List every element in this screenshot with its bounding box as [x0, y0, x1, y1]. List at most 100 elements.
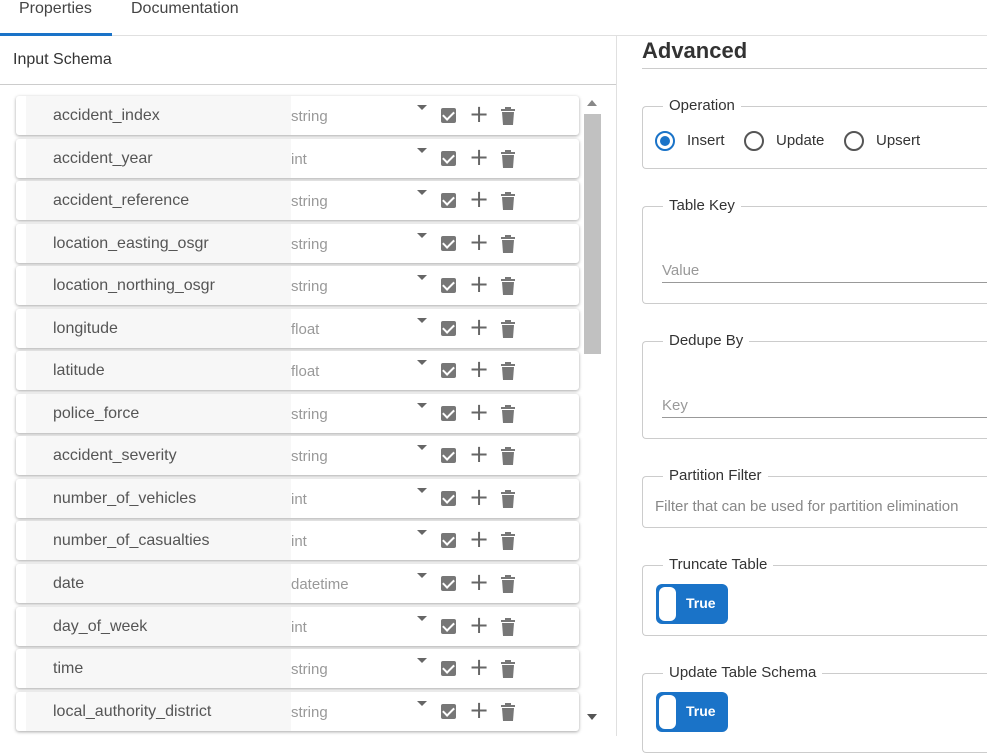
add-icon[interactable]: + — [469, 696, 489, 724]
table-key-input[interactable] — [662, 259, 987, 283]
column-type-select[interactable]: string — [291, 661, 328, 678]
radio-update-circle-icon[interactable] — [744, 131, 764, 151]
delete-icon[interactable] — [501, 234, 515, 253]
dropdown-caret-icon[interactable] — [417, 530, 427, 536]
column-name-field[interactable]: day_of_week — [26, 606, 291, 646]
checkbox-icon[interactable] — [441, 320, 456, 336]
checkbox-icon[interactable] — [441, 405, 456, 421]
checkbox-icon[interactable] — [441, 448, 456, 464]
delete-icon[interactable] — [501, 192, 515, 211]
radio-insert-circle-icon[interactable] — [655, 131, 675, 151]
add-icon[interactable]: + — [469, 355, 489, 383]
add-icon[interactable]: + — [469, 568, 489, 596]
truncate-table-toggle[interactable]: True — [656, 584, 728, 624]
delete-icon[interactable] — [501, 149, 515, 168]
column-name-field[interactable]: location_easting_osgr — [26, 223, 291, 263]
dropdown-caret-icon[interactable] — [417, 487, 427, 493]
checkbox-icon[interactable] — [441, 108, 456, 123]
delete-icon[interactable] — [501, 575, 515, 594]
dropdown-caret-icon[interactable] — [417, 402, 427, 408]
column-name-field[interactable]: local_authority_district — [26, 691, 291, 731]
delete-icon[interactable] — [501, 617, 515, 636]
add-icon[interactable]: + — [469, 440, 489, 468]
schema-scrollbar[interactable] — [583, 96, 601, 726]
column-type-select[interactable]: string — [291, 448, 328, 465]
column-type-select[interactable]: datetime — [291, 576, 349, 593]
delete-icon[interactable] — [501, 277, 515, 296]
checkbox-icon[interactable] — [441, 490, 456, 506]
checkbox-icon[interactable] — [441, 278, 456, 294]
column-name-field[interactable]: number_of_casualties — [26, 521, 291, 561]
column-type-select[interactable]: string — [291, 193, 328, 210]
add-icon[interactable]: + — [469, 483, 489, 511]
column-type-select[interactable]: float — [291, 363, 319, 380]
dropdown-caret-icon[interactable] — [417, 317, 427, 323]
checkbox-icon[interactable] — [441, 618, 456, 634]
dropdown-caret-icon[interactable] — [417, 573, 427, 579]
dropdown-caret-icon[interactable] — [417, 360, 427, 366]
column-type-select[interactable]: int — [291, 619, 307, 636]
add-icon[interactable]: + — [469, 270, 489, 298]
tab-properties[interactable]: Properties — [0, 0, 112, 36]
add-icon[interactable]: + — [469, 313, 489, 341]
column-type-select[interactable]: string — [291, 406, 328, 423]
column-name-field[interactable]: location_northing_osgr — [26, 266, 291, 306]
radio-upsert-circle-icon[interactable] — [844, 131, 864, 151]
delete-icon[interactable] — [501, 702, 515, 721]
checkbox-icon[interactable] — [441, 703, 456, 719]
delete-icon[interactable] — [501, 532, 515, 551]
dropdown-caret-icon[interactable] — [417, 190, 427, 196]
delete-icon[interactable] — [501, 319, 515, 338]
delete-icon[interactable] — [501, 447, 515, 466]
add-icon[interactable]: + — [469, 100, 489, 128]
column-type-select[interactable]: string — [291, 278, 328, 295]
add-icon[interactable]: + — [469, 185, 489, 213]
dropdown-caret-icon[interactable] — [417, 232, 427, 238]
dropdown-caret-icon[interactable] — [417, 700, 427, 706]
delete-icon[interactable] — [501, 489, 515, 508]
dedupe-by-input[interactable] — [662, 394, 987, 418]
column-name-field[interactable]: accident_reference — [26, 181, 291, 221]
column-name-field[interactable]: accident_index — [26, 96, 291, 135]
scroll-thumb[interactable] — [584, 114, 601, 354]
update-table-schema-toggle-knob[interactable] — [659, 695, 676, 729]
dropdown-caret-icon[interactable] — [417, 105, 427, 110]
column-name-field[interactable]: police_force — [26, 393, 291, 433]
dropdown-caret-icon[interactable] — [417, 615, 427, 621]
add-icon[interactable]: + — [469, 525, 489, 553]
dropdown-caret-icon[interactable] — [417, 147, 427, 153]
tab-documentation[interactable]: Documentation — [131, 0, 239, 36]
column-type-select[interactable]: string — [291, 236, 328, 253]
truncate-table-toggle-knob[interactable] — [659, 587, 676, 621]
checkbox-icon[interactable] — [441, 235, 456, 251]
delete-icon[interactable] — [501, 107, 515, 125]
dropdown-caret-icon[interactable] — [417, 445, 427, 451]
checkbox-icon[interactable] — [441, 533, 456, 549]
scroll-up-arrow-icon[interactable] — [587, 100, 597, 106]
delete-icon[interactable] — [501, 362, 515, 381]
column-type-select[interactable]: string — [291, 704, 328, 721]
checkbox-icon[interactable] — [441, 576, 456, 592]
dropdown-caret-icon[interactable] — [417, 658, 427, 664]
column-type-select[interactable]: float — [291, 321, 319, 338]
column-name-field[interactable]: accident_severity — [26, 436, 291, 476]
column-type-select[interactable]: int — [291, 533, 307, 550]
checkbox-icon[interactable] — [441, 150, 456, 166]
scroll-down-arrow-icon[interactable] — [587, 714, 597, 720]
add-icon[interactable]: + — [469, 653, 489, 681]
dropdown-caret-icon[interactable] — [417, 275, 427, 281]
partition-filter-input[interactable] — [655, 495, 987, 517]
checkbox-icon[interactable] — [441, 661, 456, 677]
column-type-select[interactable]: int — [291, 151, 307, 168]
update-table-schema-toggle[interactable]: True — [656, 692, 728, 732]
column-name-field[interactable]: time — [26, 649, 291, 689]
delete-icon[interactable] — [501, 404, 515, 423]
add-icon[interactable]: + — [469, 228, 489, 256]
delete-icon[interactable] — [501, 660, 515, 679]
add-icon[interactable]: + — [469, 611, 489, 639]
add-icon[interactable]: + — [469, 398, 489, 426]
add-icon[interactable]: + — [469, 143, 489, 171]
checkbox-icon[interactable] — [441, 363, 456, 379]
column-name-field[interactable]: accident_year — [26, 138, 291, 178]
column-name-field[interactable]: latitude — [26, 351, 291, 391]
